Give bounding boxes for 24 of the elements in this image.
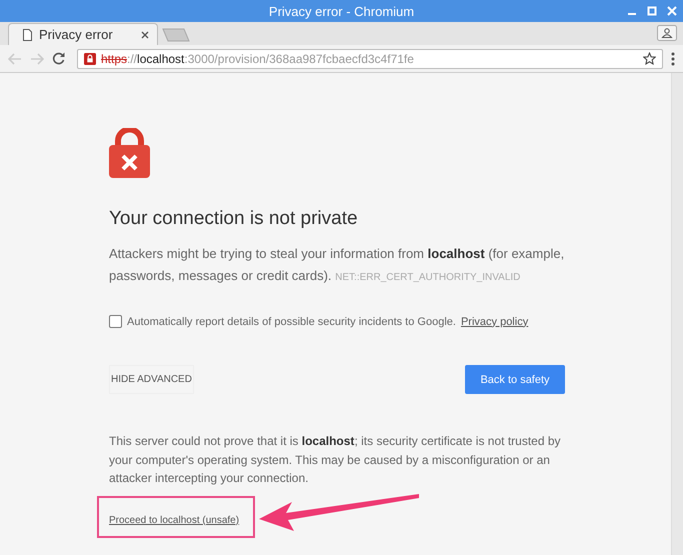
hide-advanced-button[interactable]: HIDE ADVANCED [109,365,194,394]
star-icon[interactable] [643,52,656,65]
padlock-icon [109,128,150,178]
proceed-link[interactable]: Proceed to localhost (unsafe) [109,514,240,526]
menu-icon[interactable] [671,52,675,66]
browser-tab[interactable]: Privacy error [8,23,158,45]
lock-icon [84,52,96,64]
window-title: Privacy error - Chromium [268,4,414,18]
back-to-safety-button[interactable]: Back to safety [465,365,565,394]
user-icon[interactable] [657,25,677,41]
details-text: This server could not prove that it is localhost; its security certificate is not trusted by your computer's operating system. This may be caused by a misconfiguration or an attacker intercepting your connection. [109,433,562,487]
reload-icon[interactable] [52,52,65,65]
new-tab-button[interactable] [162,28,190,42]
page-heading: Your connection is not private [109,208,359,230]
scrollbar[interactable] [671,73,683,555]
maximize-icon[interactable] [647,6,657,16]
url-text: https://localhost:3000/provision/368aa987fcbaecfd3c4f71fe [101,52,415,66]
report-label: Automatically report details of possible security incidents to Google. [127,316,456,328]
address-field[interactable]: https://localhost:3000/provision/368aa987fcbaecfd3c4f71fe [77,48,663,68]
page-icon [23,28,32,40]
checkbox[interactable] [109,315,122,328]
intro-text: Attackers might be trying to steal your information from localhost (for example, passwords, messages or credit cards). NET::ERR_CERT_AUTHORITY_INVALID [109,245,565,285]
close-icon[interactable] [141,30,149,38]
privacy-policy-link[interactable]: Privacy policy [460,316,528,328]
